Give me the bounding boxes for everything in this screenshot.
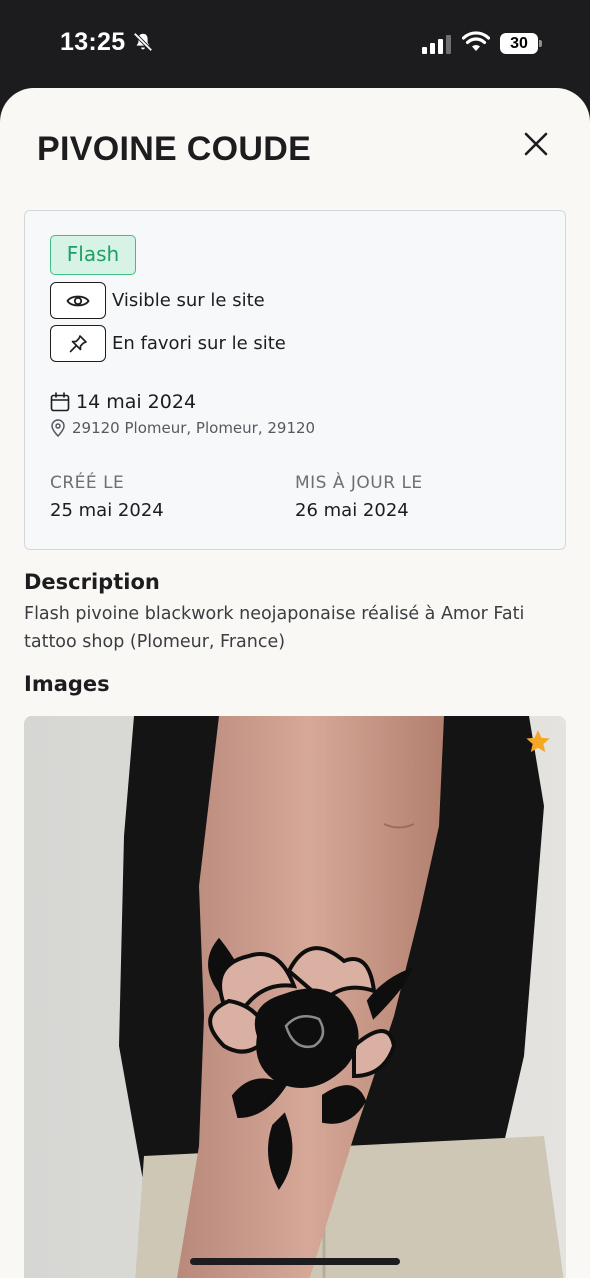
page-title: PIVOINE COUDE [37, 130, 312, 168]
created-value: 25 mai 2024 [50, 500, 164, 521]
bell-slash-icon [133, 32, 153, 52]
location-row: 29120 Plomeur, Plomeur, 29120 [50, 419, 315, 437]
home-indicator[interactable] [190, 1258, 400, 1265]
battery-icon: 30 [500, 33, 542, 54]
status-bar: 13:25 30 [0, 0, 590, 88]
favorite-label: En favori sur le site [112, 333, 286, 354]
pin-icon [69, 334, 87, 352]
favorite-toggle[interactable] [50, 325, 106, 362]
updated-label: MIS À JOUR LE [295, 473, 423, 493]
visible-toggle[interactable] [50, 282, 106, 319]
status-time: 13:25 [60, 28, 126, 56]
visible-flag-row: Visible sur le site [50, 282, 265, 319]
close-button[interactable] [516, 124, 556, 164]
wifi-icon [462, 31, 490, 51]
tattoo-photo [24, 716, 566, 1278]
close-icon [524, 132, 548, 156]
detail-sheet: PIVOINE COUDE Flash Visible sur le site [0, 88, 590, 1278]
favorite-flag-row: En favori sur le site [50, 325, 286, 362]
battery-level: 30 [500, 33, 538, 54]
event-date: 14 mai 2024 [76, 391, 197, 413]
date-row: 14 mai 2024 [50, 391, 196, 413]
visible-label: Visible sur le site [112, 290, 265, 311]
battery-cap [539, 40, 542, 47]
images-heading: Images [24, 672, 110, 696]
description-text: Flash pivoine blackwork neojaponaise réa… [24, 604, 525, 652]
favorite-star-icon[interactable] [524, 728, 552, 756]
location-text: 29120 Plomeur, Plomeur, 29120 [72, 419, 316, 437]
flash-badge: Flash [50, 235, 136, 275]
signal-icon [422, 35, 451, 54]
calendar-icon [50, 392, 70, 412]
updated-value: 26 mai 2024 [295, 500, 409, 521]
tattoo-image[interactable] [24, 716, 566, 1278]
eye-icon [66, 295, 90, 306]
description-heading: Description [24, 570, 160, 594]
info-card: Flash Visible sur le site En favori sur … [24, 210, 566, 550]
map-pin-icon [51, 419, 65, 437]
created-label: CRÉÉ LE [50, 473, 125, 493]
